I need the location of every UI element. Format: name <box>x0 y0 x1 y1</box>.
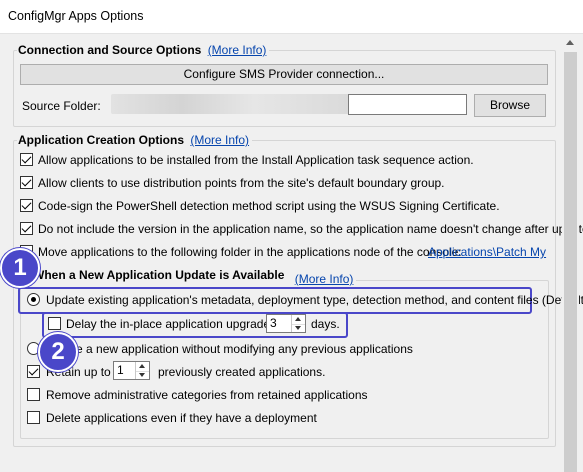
connection-more-info-link[interactable]: (More Info) <box>208 43 267 57</box>
annotation-badge-1: 1 <box>0 248 40 288</box>
delay-upgrade-checkbox[interactable] <box>48 317 61 330</box>
option-no-version-label: Do not include the version in the applic… <box>38 222 583 236</box>
retain-count-down-button[interactable] <box>136 371 149 380</box>
annotation-badge-2: 2 <box>38 332 78 372</box>
vertical-scrollbar[interactable] <box>562 34 579 472</box>
option-no-version-checkbox[interactable] <box>20 222 33 235</box>
remove-categories-checkbox[interactable] <box>27 388 40 401</box>
connection-group-header: Connection and Source Options (More Info… <box>17 43 270 57</box>
applications-folder-link[interactable]: Applications\Patch My <box>428 245 546 259</box>
option-code-sign-label: Code-sign the PowerShell detection metho… <box>38 199 500 213</box>
remove-categories-label: Remove administrative categories from re… <box>46 388 368 402</box>
scrollbar-thumb[interactable] <box>564 52 577 472</box>
creation-more-info-link[interactable]: (More Info) <box>190 133 249 147</box>
source-folder-input[interactable] <box>348 94 467 115</box>
option-task-sequence-label: Allow applications to be installed from … <box>38 153 474 167</box>
up-arrow-icon <box>295 317 301 321</box>
browse-button[interactable]: Browse <box>474 94 546 117</box>
update-group-title: When a New Application Update is Availab… <box>32 268 288 282</box>
delay-days-stepper[interactable]: 3 <box>266 314 306 333</box>
configure-sms-provider-button[interactable]: Configure SMS Provider connection... <box>20 64 548 85</box>
up-arrow-icon <box>139 364 145 368</box>
retain-checkbox[interactable] <box>27 365 40 378</box>
option-boundary-group-label: Allow clients to use distribution points… <box>38 176 445 190</box>
down-arrow-icon <box>295 325 301 330</box>
delay-days-unit: days. <box>311 317 340 331</box>
update-more-info-link[interactable]: (More Info) <box>295 272 354 286</box>
option-task-sequence-checkbox[interactable] <box>20 153 33 166</box>
delete-apps-checkbox[interactable] <box>27 411 40 424</box>
create-new-label: e a new application without modifying an… <box>76 342 413 356</box>
scroll-up-arrow-icon[interactable] <box>562 36 579 50</box>
update-group-header: When a New Application Update is Availab… <box>32 268 357 286</box>
window-title: ConfigMgr Apps Options <box>8 9 144 23</box>
delete-apps-label: Delete applications even if they have a … <box>46 411 317 425</box>
option-boundary-group-checkbox[interactable] <box>20 176 33 189</box>
delay-upgrade-label: Delay the in-place application upgrade b… <box>66 317 287 331</box>
delay-days-value: 3 <box>270 316 277 330</box>
retain-count-stepper[interactable]: 1 <box>113 361 150 380</box>
title-bar: ConfigMgr Apps Options <box>0 0 583 34</box>
update-existing-radio[interactable] <box>27 293 40 306</box>
source-folder-label: Source Folder: <box>22 99 101 113</box>
connection-group-title: Connection and Source Options <box>17 43 205 57</box>
down-arrow-icon <box>139 372 145 377</box>
option-code-sign-checkbox[interactable] <box>20 199 33 212</box>
delay-days-down-button[interactable] <box>292 324 305 333</box>
update-existing-label: Update existing application's metadata, … <box>46 293 583 307</box>
source-folder-redacted <box>111 94 349 114</box>
creation-group-header: Application Creation Options (More Info) <box>17 133 253 147</box>
creation-group-title: Application Creation Options <box>17 133 188 147</box>
retain-suffix: previously created applications. <box>158 365 326 379</box>
option-move-folder-label: Move applications to the following folde… <box>38 245 462 259</box>
retain-count-value: 1 <box>117 363 124 377</box>
